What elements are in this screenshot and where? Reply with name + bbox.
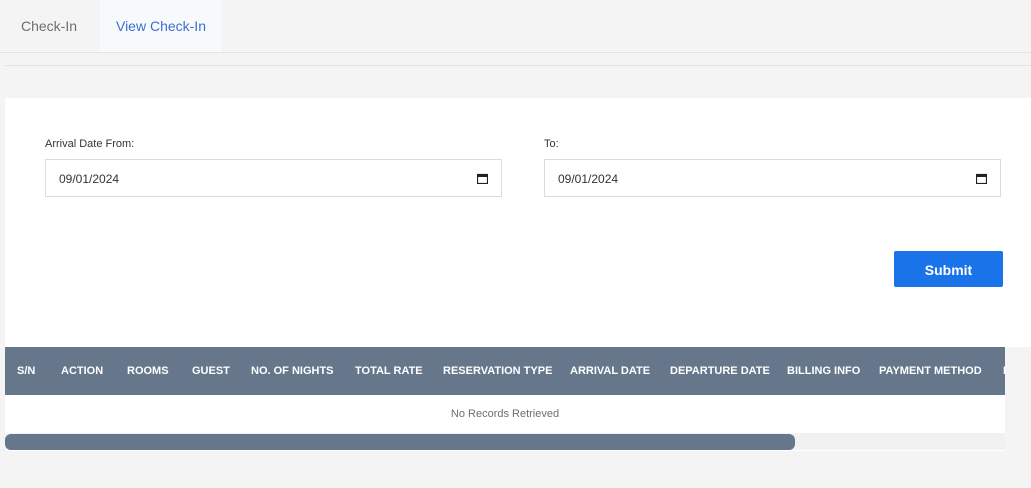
scrollbar-thumb[interactable] bbox=[5, 434, 795, 450]
filter-card: Arrival Date From: 09/01/2024 To: 09/01/… bbox=[5, 98, 1031, 347]
arrival-to-value: 09/01/2024 bbox=[558, 172, 619, 186]
column-header-reservation-type[interactable]: RESERVATION TYPE bbox=[443, 347, 552, 395]
arrival-from-input[interactable]: 09/01/2024 bbox=[45, 159, 502, 197]
column-header-nights[interactable]: NO. OF NIGHTS bbox=[251, 347, 334, 395]
column-header-billing-info[interactable]: BILLING INFO bbox=[787, 347, 860, 395]
arrival-to-input[interactable]: 09/01/2024 bbox=[544, 159, 1001, 197]
tab-check-in[interactable]: Check-In bbox=[21, 0, 77, 52]
checkin-table: S/N ACTION ROOMS GUEST NO. OF NIGHTS TOT… bbox=[5, 347, 1005, 451]
submit-button[interactable]: Submit bbox=[894, 251, 1003, 287]
column-header-rooms[interactable]: ROOMS bbox=[127, 347, 169, 395]
arrival-from-value: 09/01/2024 bbox=[59, 172, 120, 186]
arrival-from-label: Arrival Date From: bbox=[45, 138, 135, 150]
column-header-truncated[interactable]: I bbox=[1003, 347, 1005, 395]
divider bbox=[5, 65, 1031, 66]
column-header-guest[interactable]: GUEST bbox=[192, 347, 230, 395]
column-header-action[interactable]: ACTION bbox=[61, 347, 103, 395]
column-header-departure-date[interactable]: DEPARTURE DATE bbox=[670, 347, 770, 395]
table-header: S/N ACTION ROOMS GUEST NO. OF NIGHTS TOT… bbox=[5, 347, 1005, 395]
column-header-total-rate[interactable]: TOTAL RATE bbox=[355, 347, 423, 395]
column-header-payment-method[interactable]: PAYMENT METHOD bbox=[879, 347, 982, 395]
calendar-icon[interactable] bbox=[477, 173, 488, 184]
column-header-arrival-date[interactable]: ARRIVAL DATE bbox=[570, 347, 650, 395]
arrival-to-label: To: bbox=[544, 138, 559, 150]
calendar-icon[interactable] bbox=[976, 173, 987, 184]
tab-bar: Check-In View Check-In bbox=[0, 0, 1031, 53]
tab-view-check-in[interactable]: View Check-In bbox=[100, 0, 222, 52]
empty-message: No Records Retrieved bbox=[450, 408, 560, 420]
column-header-sn[interactable]: S/N bbox=[17, 347, 35, 395]
